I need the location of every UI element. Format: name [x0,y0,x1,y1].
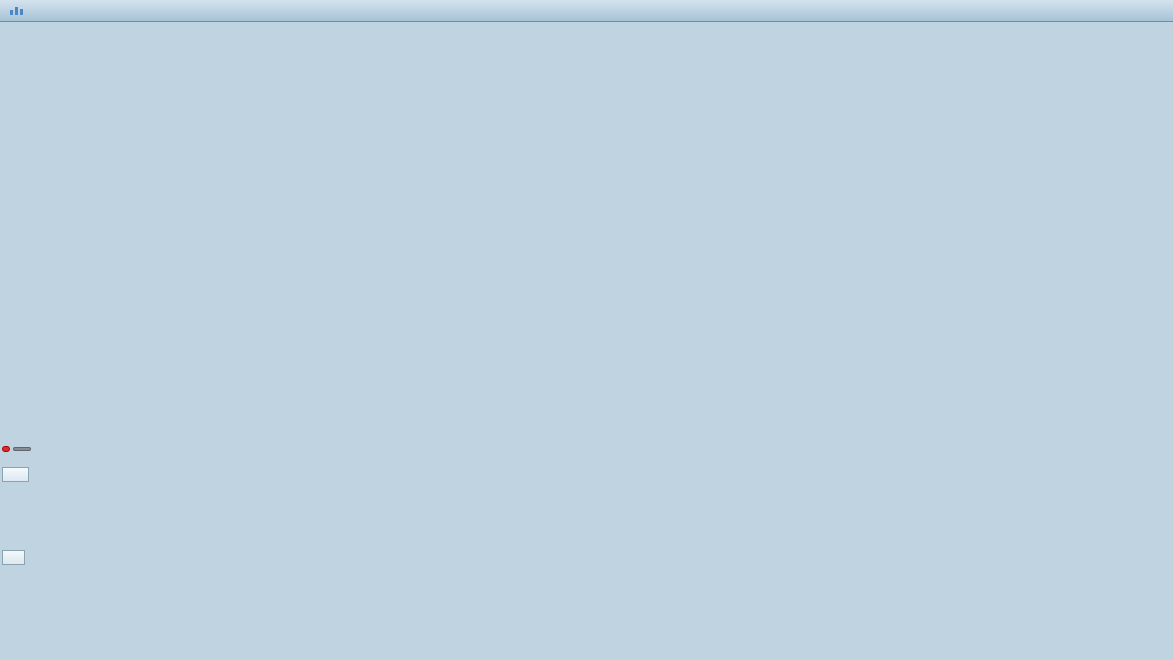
smi-icon [6,552,13,563]
prorealtime-wordmark [13,447,31,451]
demo-badge [3,7,23,15]
title-bar [0,0,1173,22]
macd-icon [6,469,17,480]
prorealtime-logo [2,446,31,452]
legend-row [0,22,1173,44]
chart-window [0,0,1173,660]
macd-indicator-label[interactable] [2,467,29,482]
mini-candles-icon [10,7,23,15]
chart-canvas[interactable] [0,0,1173,660]
smi-indicator-label[interactable] [2,550,25,565]
ig-logo-icon [2,446,10,452]
